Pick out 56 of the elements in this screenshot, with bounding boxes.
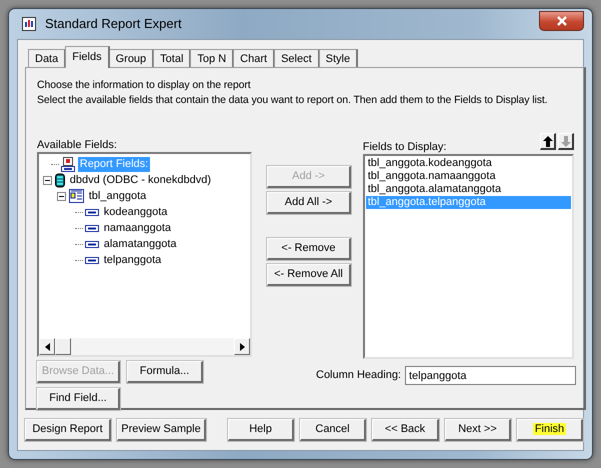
collapse-toggle[interactable]: [43, 176, 52, 184]
tab[interactable]: Style: [318, 49, 358, 68]
tree-item[interactable]: namaanggota: [102, 220, 174, 236]
formula-button[interactable]: Formula...: [127, 361, 203, 383]
database-icon: [55, 172, 65, 188]
move-button[interactable]: Add All ->: [267, 192, 351, 214]
column-heading-label: Column Heading:: [316, 368, 401, 384]
field-icon: [85, 208, 99, 216]
instruction-text: Select the available fields that contain the data you want to report on. Then add them to the Fields to Display list.: [37, 93, 548, 108]
footer-button[interactable]: << Back: [372, 419, 439, 441]
instruction-text: Choose the information to display on the report: [37, 78, 252, 93]
tab[interactable]: Fields: [65, 46, 110, 68]
tab[interactable]: Top N: [190, 49, 234, 68]
close-icon: [556, 16, 566, 26]
list-item[interactable]: tbl_anggota.alamatanggota: [366, 183, 571, 196]
footer-button[interactable]: Help: [228, 419, 294, 441]
field-icon: [85, 256, 99, 264]
window-title: Standard Report Expert: [45, 15, 182, 34]
tab[interactable]: Data: [28, 49, 66, 68]
collapse-toggle[interactable]: [57, 192, 66, 200]
footer-button[interactable]: Cancel: [300, 419, 366, 441]
move-up-button[interactable]: [540, 133, 556, 150]
up-arrow-icon: [542, 136, 552, 146]
horizontal-scrollbar[interactable]: [39, 338, 250, 355]
column-heading-field[interactable]: telpanggota: [405, 366, 576, 385]
footer-button[interactable]: Design Report: [25, 419, 111, 441]
tab[interactable]: Chart: [233, 49, 276, 68]
tree-item[interactable]: dbdvd (ODBC - konekdbdvd): [68, 172, 213, 188]
tab[interactable]: Select: [274, 49, 320, 68]
table-icon: [69, 189, 84, 203]
field-icon: [85, 224, 99, 232]
move-button[interactable]: <- Remove All: [267, 264, 351, 286]
scroll-thumb[interactable]: [55, 338, 71, 355]
footer-button[interactable]: Preview Sample: [117, 419, 206, 441]
list-item[interactable]: tbl_anggota.namaanggota: [366, 170, 571, 183]
close-button[interactable]: [539, 11, 584, 31]
right-arrow-icon: [240, 342, 245, 350]
list-item[interactable]: tbl_anggota.kodeanggota: [366, 157, 571, 170]
tree-item[interactable]: kodeanggota: [102, 204, 170, 220]
fields-to-display-label: Fields to Display:: [362, 140, 446, 154]
report-icon: [61, 156, 75, 172]
find-field-button[interactable]: Find Field...: [37, 388, 120, 410]
field-icon: [85, 240, 99, 248]
scroll-right-button[interactable]: [234, 338, 250, 355]
move-button[interactable]: <- Remove: [267, 238, 351, 260]
footer-button[interactable]: Finish: [517, 419, 583, 441]
down-arrow-icon: [560, 136, 570, 146]
report-icon: [21, 16, 37, 32]
tree-item[interactable]: tbl_anggota: [86, 188, 148, 204]
available-fields-label: Available Fields:: [37, 138, 118, 152]
tree-item[interactable]: telpanggota: [102, 252, 164, 268]
tree-item[interactable]: alamatanggota: [102, 236, 179, 252]
scroll-left-button[interactable]: [39, 338, 55, 355]
left-arrow-icon: [44, 342, 50, 350]
footer-button[interactable]: Next >>: [445, 419, 511, 441]
tab[interactable]: Total: [153, 49, 192, 68]
